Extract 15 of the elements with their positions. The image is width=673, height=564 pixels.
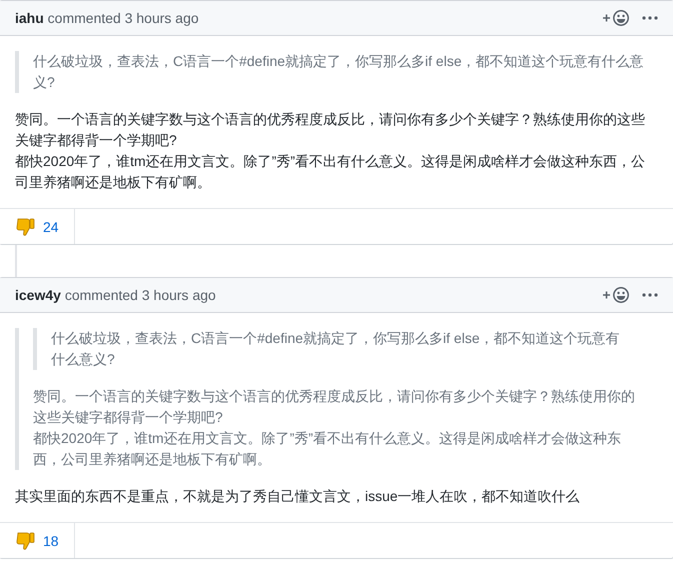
comment-text: 赞同。一个语言的关键字数与这个语言的优秀程度成反比，请问你有多少个关键字？熟练使用你的这些关键字都得背一个学期吧? 都快2020年了，谁tm还在用文言文。除了”秀”看不出有什么意义。这得是闲成啥样才会做这种东西，公司里养猪啊还是地板下有矿啊。 (33, 387, 636, 469)
reaction-button[interactable]: 18 (0, 523, 75, 558)
reaction-button[interactable]: 24 (0, 209, 75, 244)
add-reaction-icon[interactable] (602, 9, 630, 27)
comment-header-text: iahu commented 3 hours ago (15, 10, 200, 26)
more-options-icon[interactable] (642, 16, 658, 20)
comment-text: 什么破垃圾，查表法，C语言一个#define就搞定了，你写那么多if else，都不知道这个玩意有什么意义? (51, 329, 621, 369)
thumbs-down-icon (15, 530, 35, 550)
thumbs-down-icon (15, 216, 35, 236)
comment-text: 什么破垃圾，查表法，C语言一个#define就搞定了，你写那么多if else，都不知道这个玩意有什么意义? (33, 52, 644, 92)
add-reaction-icon[interactable] (602, 286, 630, 304)
comment-header-text: icew4y commented 3 hours ago (15, 287, 217, 303)
more-options-icon[interactable] (642, 293, 658, 297)
comment-text: 赞同。一个语言的关键字数与这个语言的优秀程度成反比，请问你有多少个关键字？熟练使用你的这些关键字都得背一个学期吧? 都快2020年了，谁tm还在用文言文。除了”秀”看不出有什么意义。这得是闲成啥样才会做这种东西，公司里养猪啊还是地板下有矿啊。 (15, 110, 646, 192)
comment-text: 其实里面的东西不是重点，不就是为了秀自己懂文言文，issue一堆人在吹，都不知道吹什么 (15, 487, 581, 506)
